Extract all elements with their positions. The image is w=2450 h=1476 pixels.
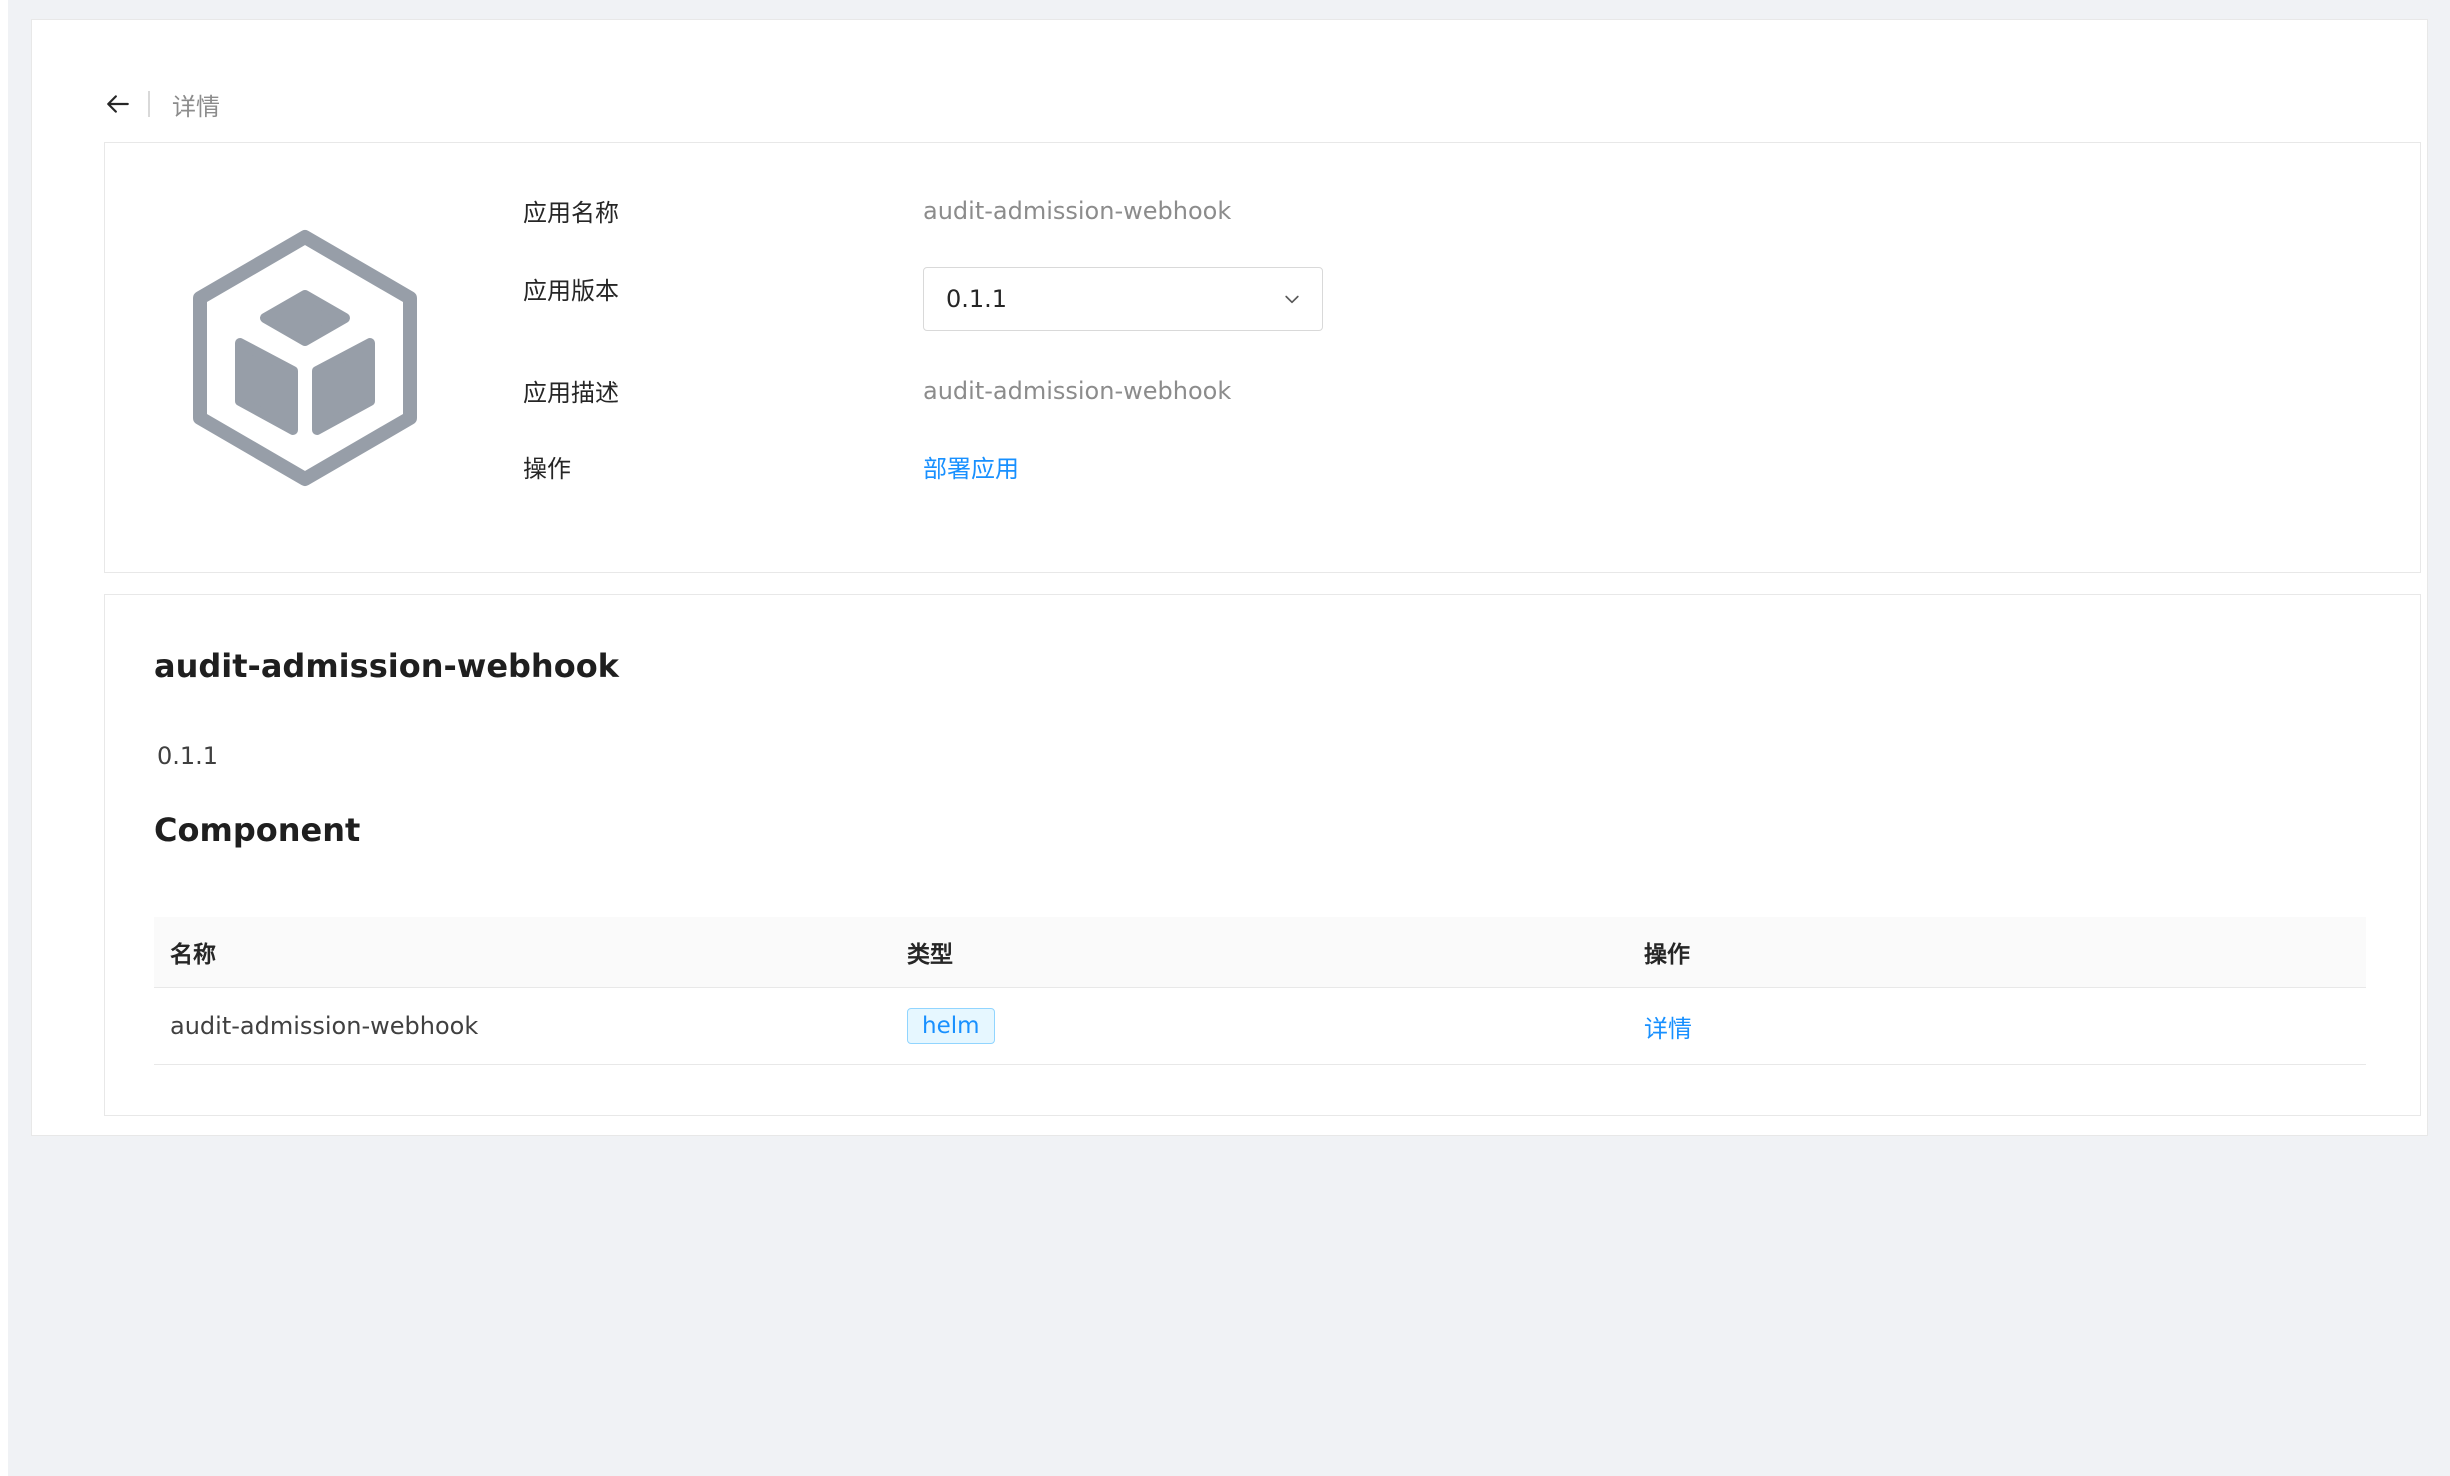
chevron-down-icon — [1285, 295, 1299, 304]
header-divider — [148, 91, 150, 117]
component-table: 名称 类型 操作 audit-admission-webhook helm 详情 — [154, 917, 2366, 1065]
component-section-title: Component — [154, 811, 361, 849]
back-button[interactable] — [104, 90, 132, 118]
app-description-value: audit-admission-webhook — [923, 376, 1232, 405]
app-description-label: 应用描述 — [523, 379, 619, 407]
column-header-name: 名称 — [154, 917, 891, 988]
detail-title: audit-admission-webhook — [154, 647, 619, 685]
component-name-cell: audit-admission-webhook — [154, 987, 891, 1065]
component-detail-link[interactable]: 详情 — [1644, 1015, 1692, 1043]
arrow-left-icon — [107, 95, 129, 113]
app-detail-card: audit-admission-webhook 0.1.1 Component … — [104, 594, 2421, 1116]
app-info-card: 应用名称 audit-admission-webhook 应用版本 0.1.1 … — [104, 142, 2421, 573]
app-name-value: audit-admission-webhook — [923, 196, 1232, 225]
column-header-type: 类型 — [891, 917, 1628, 988]
column-header-action: 操作 — [1628, 917, 2366, 988]
app-name-label: 应用名称 — [523, 199, 619, 227]
info-row-version: 应用版本 0.1.1 — [523, 267, 1323, 331]
deploy-app-link[interactable]: 部署应用 — [923, 449, 1019, 484]
page-title: 详情 — [172, 92, 220, 121]
component-action-cell: 详情 — [1628, 987, 2366, 1065]
component-type-cell: helm — [891, 987, 1628, 1065]
cube-package-icon — [193, 230, 417, 486]
info-row-name: 应用名称 audit-admission-webhook — [523, 193, 1231, 228]
info-row-description: 应用描述 audit-admission-webhook — [523, 373, 1231, 408]
info-row-action: 操作 部署应用 — [523, 449, 1019, 484]
version-select-value: 0.1.1 — [946, 285, 1008, 313]
page-card: 详情 应用名称 audit-admission-webhook 应用版本 0.1… — [31, 19, 2428, 1136]
table-header-row: 名称 类型 操作 — [154, 917, 2366, 988]
sidebar-edge — [0, 0, 8, 1476]
type-tag: helm — [907, 1008, 995, 1044]
app-action-label: 操作 — [523, 455, 571, 483]
version-select[interactable]: 0.1.1 — [923, 267, 1323, 331]
detail-version: 0.1.1 — [157, 742, 219, 770]
page-header: 详情 — [104, 84, 220, 124]
app-version-label: 应用版本 — [523, 277, 619, 305]
table-row: audit-admission-webhook helm 详情 — [154, 987, 2366, 1065]
